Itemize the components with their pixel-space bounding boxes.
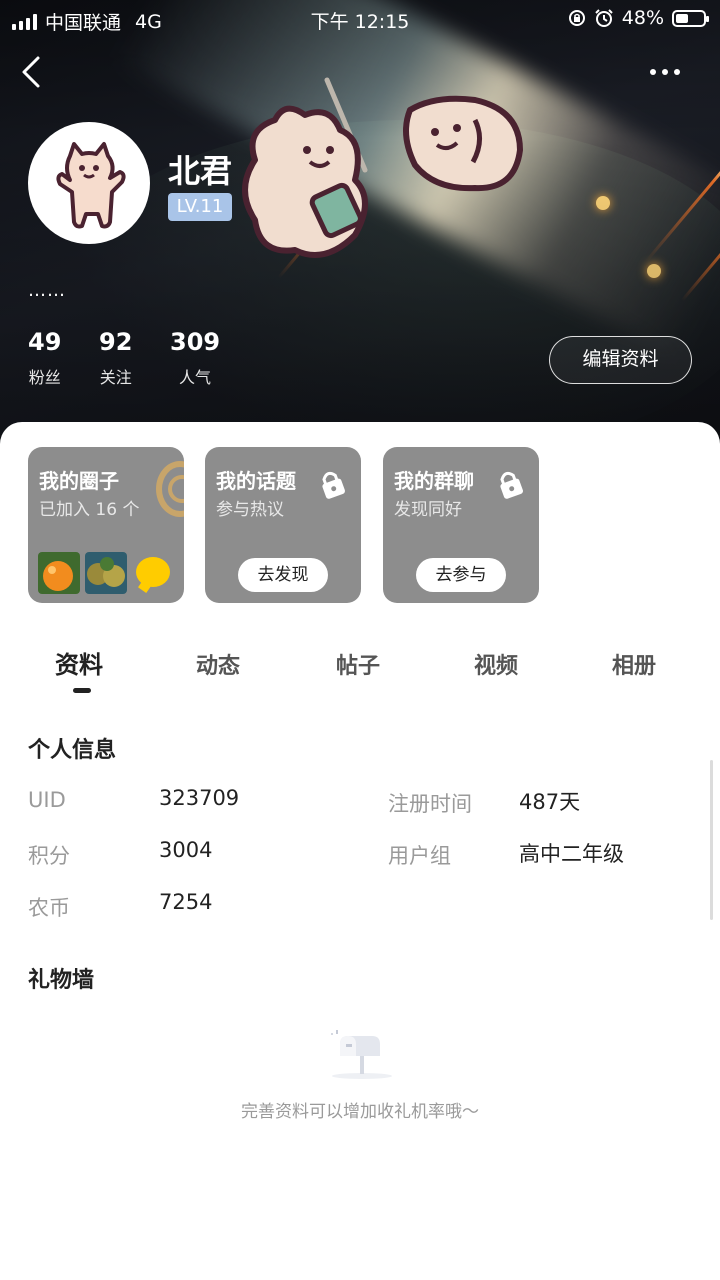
join-button[interactable]: 去参与 [416, 558, 506, 592]
info-label-user-group: 用户组 [388, 844, 451, 868]
status-bar: 中国联通 4G 下午 12:15 48% [0, 0, 720, 38]
active-tab-indicator [73, 688, 91, 693]
tab-albums[interactable]: 相册 [612, 648, 656, 680]
gift-wall-empty-text: 完善资料可以增加收礼机率哦～ [241, 1102, 479, 1122]
card-title: 我的圈子 [39, 469, 119, 493]
card-subtitle: 发现同好 [394, 500, 462, 520]
profile-screen: 中国联通 4G 下午 12:15 48% 北君 LV.11 …… 49 粉丝 9… [0, 0, 720, 1280]
stat-popularity[interactable]: 309 人气 [170, 328, 220, 388]
stat-value: 49 [28, 328, 62, 356]
info-label-uid: UID [28, 788, 66, 812]
level-badge: LV.11 [168, 193, 232, 221]
tab-activity[interactable]: 动态 [196, 648, 240, 680]
cat-avatar-illustration [56, 142, 126, 229]
info-label-points: 积分 [28, 844, 70, 868]
avatar[interactable] [28, 122, 150, 244]
battery-percent: 48% [621, 7, 664, 29]
cartoon-cats-illustration [242, 77, 523, 258]
info-value-user-group: 高中二年级 [519, 842, 624, 866]
section-title-personal-info: 个人信息 [28, 738, 117, 763]
info-value-coins: 7254 [159, 890, 213, 914]
card-title: 我的话题 [216, 469, 296, 493]
card-title: 我的群聊 [394, 469, 474, 493]
stat-following[interactable]: 92 关注 [99, 328, 132, 388]
battery-fill [676, 13, 689, 23]
discover-button[interactable]: 去发现 [238, 558, 328, 592]
stat-label: 关注 [99, 368, 132, 387]
scrollbar[interactable] [710, 760, 713, 920]
stat-label: 人气 [179, 368, 212, 387]
stat-value: 309 [170, 328, 221, 356]
signature-text: …… [28, 280, 66, 301]
rotation-lock-icon [568, 10, 585, 26]
info-label-coins: 农币 [28, 896, 70, 920]
info-label-register-time: 注册时间 [388, 792, 472, 816]
tab-videos[interactable]: 视频 [474, 648, 518, 680]
battery-icon [672, 9, 709, 27]
section-title-gift-wall: 礼物墙 [28, 968, 95, 993]
circle-logo-icon [156, 461, 184, 517]
chevron-left-icon[interactable] [16, 52, 52, 92]
info-value-uid: 323709 [159, 786, 240, 810]
stat-fans[interactable]: 49 粉丝 [28, 328, 61, 388]
info-value-register-time: 487天 [519, 790, 581, 814]
chat-bubble-icon [136, 557, 170, 587]
circle-thumbnail-kiwi[interactable] [85, 552, 127, 594]
stat-label: 粉丝 [28, 368, 61, 387]
card-subtitle: 已加入 16 个 [39, 500, 140, 520]
lock-icon [500, 471, 523, 499]
stat-value: 92 [99, 328, 133, 356]
tab-posts[interactable]: 帖子 [336, 648, 380, 680]
mailbox-icon [331, 1030, 392, 1079]
circle-thumbnail-orange[interactable] [38, 552, 80, 594]
card-subtitle: 参与热议 [216, 500, 284, 520]
lock-icon [322, 471, 345, 499]
alarm-icon [595, 9, 613, 27]
username: 北君 [168, 152, 233, 190]
more-dots-icon[interactable] [650, 62, 684, 82]
info-value-points: 3004 [159, 838, 213, 862]
card-my-topics[interactable]: 我的话题 参与热议 去发现 [205, 447, 361, 603]
tab-profile[interactable]: 资料 [55, 645, 103, 680]
edit-profile-button[interactable]: 编辑资料 [549, 336, 692, 384]
card-my-group-chats[interactable]: 我的群聊 发现同好 去参与 [383, 447, 539, 603]
